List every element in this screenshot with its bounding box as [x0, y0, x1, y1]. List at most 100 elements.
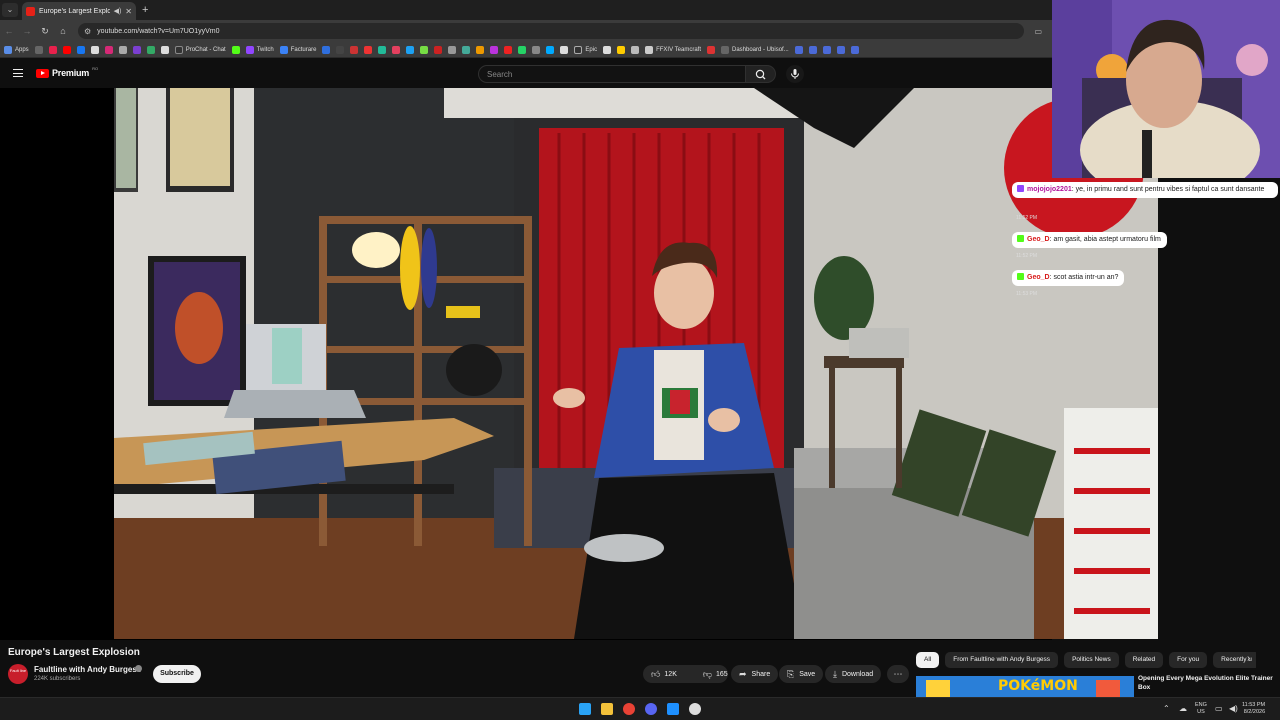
more-actions-button[interactable]: ⋯	[887, 665, 909, 683]
bookmark-icon-9[interactable]	[146, 45, 155, 54]
speaker-icon[interactable]: ◀)	[114, 7, 122, 15]
chip-from-channel[interactable]: From Faultline with Andy Burgess	[945, 652, 1059, 668]
bookmark-icon-14[interactable]	[364, 45, 373, 54]
bookmark-icon-7[interactable]	[118, 45, 127, 54]
channel-name[interactable]: Faultline with Andy Burgess	[34, 665, 141, 674]
save-label: Save	[799, 670, 816, 678]
bookmark-icon-24[interactable]	[504, 45, 513, 54]
omnibox[interactable]: ⚙ youtube.com/watch?v=Um7UO1yyVm0	[78, 23, 1025, 39]
bookmark-icon-18[interactable]	[420, 45, 429, 54]
volume-icon[interactable]: ◀)	[1229, 704, 1238, 713]
language-indicator[interactable]: ENG US	[1195, 702, 1207, 716]
bookmark-twitch[interactable]: Twitch	[245, 45, 274, 54]
youtube-premium-logo[interactable]: Premium RO	[36, 66, 98, 78]
bookmark-icon-34[interactable]	[808, 45, 817, 54]
search-button[interactable]	[746, 65, 776, 83]
streaming-app-icon[interactable]	[667, 703, 679, 715]
bookmark-apps[interactable]: Apps	[4, 45, 29, 54]
like-button[interactable]: 👍︎ 12K	[643, 665, 685, 683]
search-input[interactable]: Search	[478, 65, 746, 83]
bookmark-facturare[interactable]: Facturare	[279, 45, 316, 54]
save-button[interactable]: ⎘ Save	[779, 665, 824, 683]
new-tab-button[interactable]: +	[142, 4, 148, 16]
bookmark-red-icon	[48, 45, 57, 54]
cast-icon[interactable]: ▭	[1034, 27, 1042, 36]
share-button[interactable]: ➦ Share	[731, 665, 779, 683]
back-icon[interactable]: ←	[0, 26, 18, 36]
bookmark-icon-29[interactable]	[603, 45, 612, 54]
discord-icon[interactable]	[645, 703, 657, 715]
bookmark-icon-31[interactable]	[631, 45, 640, 54]
cloud-icon[interactable]: ☁	[1179, 704, 1187, 713]
subscribe-button[interactable]: Subscribe	[153, 665, 201, 683]
monitor-icon[interactable]: ▭	[1215, 704, 1223, 713]
bookmark-icon-21[interactable]	[462, 45, 471, 54]
bookmark-icon-3[interactable]	[62, 45, 71, 54]
bookmark-icon-35[interactable]	[822, 45, 831, 54]
dislike-button[interactable]: 👎︎ 165	[695, 665, 736, 683]
bookmark-icon-15[interactable]	[378, 45, 387, 54]
facebook-icon	[76, 45, 85, 54]
tab-search-button[interactable]: ⌄	[2, 3, 18, 17]
bookmark-icon-1[interactable]	[34, 45, 43, 54]
bookmark-icon-37[interactable]	[850, 45, 859, 54]
bookmark-icon-8[interactable]	[132, 45, 141, 54]
bookmark-icon-6[interactable]	[104, 45, 113, 54]
bookmark-kick[interactable]	[231, 45, 240, 54]
tab-close-icon[interactable]: ✕	[125, 7, 132, 16]
bookmark-icon-11[interactable]	[322, 45, 331, 54]
bookmark-icon-26[interactable]	[532, 45, 541, 54]
channel-avatar[interactable]: Fault line	[8, 664, 28, 684]
home-icon[interactable]: ⌂	[54, 26, 72, 36]
bookmark-icon-25[interactable]	[518, 45, 527, 54]
bookmark-icon-33[interactable]	[794, 45, 803, 54]
recommended-thumbnail[interactable]: POKéMON	[916, 676, 1134, 697]
bookmark-icon-36[interactable]	[836, 45, 845, 54]
chip-all[interactable]: All	[916, 652, 940, 668]
language-code: ENG	[1195, 702, 1207, 708]
chevron-right-icon[interactable]: ›	[1247, 653, 1250, 664]
bookmark-icon-10[interactable]	[160, 45, 169, 54]
bookmark-icon-27[interactable]	[546, 45, 555, 54]
bookmark-ubisoft[interactable]: Dashboard - Ubisof...	[721, 45, 789, 54]
bookmark-icon-5[interactable]	[90, 45, 99, 54]
voice-search-button[interactable]	[786, 65, 804, 83]
file-explorer-icon[interactable]	[601, 703, 613, 715]
site-info-icon[interactable]: ⚙	[84, 27, 91, 36]
bookmark-icon-30[interactable]	[617, 45, 626, 54]
bookmark-icon-22[interactable]	[476, 45, 485, 54]
chip-related[interactable]: Related	[1124, 652, 1164, 668]
tray-chevron-icon[interactable]: ⌃	[1163, 704, 1170, 713]
chat-timestamp: 11:53 PM	[1016, 291, 1038, 297]
reload-icon[interactable]: ↻	[36, 26, 54, 37]
windows-start-icon[interactable]	[579, 703, 591, 715]
video-player[interactable]	[114, 88, 1158, 639]
bookmark-icon-32[interactable]	[707, 45, 715, 54]
bookmark-icon-13[interactable]	[350, 45, 359, 54]
c-app-icon[interactable]	[689, 703, 701, 715]
bookmark-epic[interactable]: Epic	[574, 45, 597, 54]
bookmark-ffxiv[interactable]: FFXIV Teamcraft	[645, 45, 701, 54]
browser-tab-active[interactable]: Europe's Largest Explosion ◀) ✕	[22, 2, 136, 20]
bookmark-icon-28[interactable]	[560, 45, 569, 54]
bookmark-icon-2[interactable]	[48, 45, 57, 54]
forward-icon[interactable]: →	[18, 26, 36, 36]
chrome-icon[interactable]	[623, 703, 635, 715]
bookmark-icon-19[interactable]	[434, 45, 443, 54]
download-button[interactable]: ⤓ Download	[825, 665, 882, 683]
chat-username: Geo_D	[1027, 274, 1050, 281]
bookmark-icon-12[interactable]	[336, 45, 345, 54]
chip-for-you[interactable]: For you	[1169, 652, 1208, 668]
chip-politics-news[interactable]: Politics News	[1064, 652, 1119, 668]
bookmark-icon-4[interactable]	[76, 45, 85, 54]
chat-timestamp: 11:52 PM	[1016, 253, 1038, 259]
bookmark-icon-16[interactable]	[392, 45, 401, 54]
bookmark-prochat[interactable]: ProChat - Chat	[174, 45, 226, 54]
clock[interactable]: 11:53 PM 8/2/2026	[1242, 702, 1265, 716]
menu-icon[interactable]	[13, 69, 23, 80]
bookmark-icon-23[interactable]	[490, 45, 499, 54]
recommended-title[interactable]: Opening Every Mega Evolution Elite Train…	[1138, 674, 1276, 692]
bookmark-icon-17[interactable]	[406, 45, 415, 54]
chat-username: Geo_D	[1027, 236, 1050, 243]
bookmark-icon-20[interactable]	[448, 45, 457, 54]
